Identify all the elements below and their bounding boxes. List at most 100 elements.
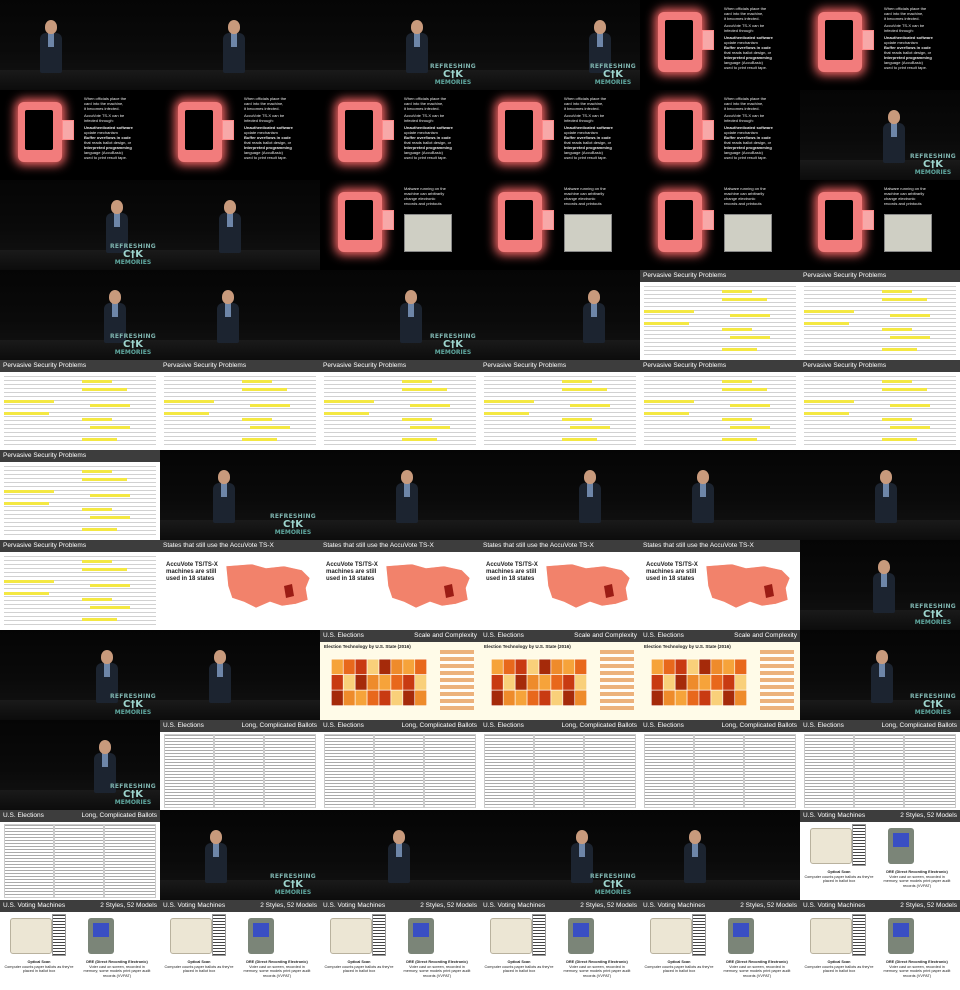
video-frame: Pervasive Security Problems: [480, 360, 640, 450]
states-caption: AccuVote TS/TS-X machines are still used…: [646, 562, 698, 582]
ballot-page: [854, 734, 904, 808]
refreshing-memories-logo: REFRESHING C†K MEMORIES: [908, 154, 958, 176]
memory-card: [222, 120, 234, 140]
video-frame-grid: REFRESHING C†K MEMORIES REFRESHING C†K MEMORI…: [0, 0, 960, 990]
highlight: [562, 438, 597, 441]
speaker-person: [875, 470, 897, 530]
text-line: used to print result tape.: [724, 155, 767, 160]
slide-header: U.S. Elections Long, Complicated Ballots: [800, 720, 960, 732]
text-line: infected through:: [724, 28, 754, 33]
report-text: [324, 376, 476, 446]
slide-text: Malware running on the machine can arbitr…: [564, 186, 636, 206]
dre-desc: Voter cast on screen, recorded in memory…: [243, 964, 311, 978]
highlight: [82, 528, 117, 531]
highlight: [882, 380, 912, 383]
slide-title: U.S. Elections: [323, 632, 364, 639]
highlight: [410, 426, 450, 429]
slide-title: States that still use the AccuVote TS-X: [643, 542, 754, 549]
report-text: [804, 286, 956, 356]
speaker-person: [388, 830, 410, 890]
highlight: [4, 490, 54, 493]
slide-subtitle: Scale and Complexity: [734, 632, 797, 639]
states-caption: AccuVote TS/TS-X machines are still used…: [326, 562, 378, 582]
video-frame: REFRESHING C†K MEMORIES: [0, 630, 160, 720]
dre-caption: DRE (Direct Recording Electronic) Voter c…: [562, 960, 632, 978]
video-frame: U.S. Voting Machines 2 Styles, 52 Models O…: [640, 900, 800, 990]
speaker-head: [880, 470, 892, 484]
speaker-person: [883, 110, 905, 170]
highlight: [570, 426, 610, 429]
highlight: [90, 584, 130, 587]
report-text: [644, 286, 796, 356]
slide-header: U.S. Voting Machines 2 Styles, 52 Models: [160, 900, 320, 912]
slide-title: Pervasive Security Problems: [323, 362, 407, 369]
slide-text: When officials place the card into the ma…: [84, 96, 156, 160]
logo-line-3: MEMORIES: [594, 889, 632, 896]
text-line: infected through:: [884, 28, 914, 33]
dre-caption: DRE (Direct Recording Electronic) Voter c…: [882, 960, 952, 978]
speaker-person: [217, 290, 239, 350]
us-map: [331, 658, 427, 706]
speaker-shirt: [579, 843, 585, 857]
text-line: it becomes infected.: [564, 106, 600, 111]
highlight: [82, 560, 112, 563]
slide-header: U.S. Elections Long, Complicated Ballots: [480, 720, 640, 732]
slide-title: U.S. Voting Machines: [803, 812, 866, 819]
speaker-shirt: [231, 33, 237, 47]
logo-line-3: MEMORIES: [914, 169, 952, 176]
speaker-head: [210, 830, 222, 844]
video-frame: States that still use the AccuVote TS-X A…: [640, 540, 800, 630]
stage: [0, 70, 160, 90]
slide-subtitle: 2 Styles, 52 Models: [100, 902, 157, 909]
refreshing-memories-logo: REFRESHING C†K MEMORIES: [428, 334, 478, 356]
video-frame: [480, 270, 640, 360]
memory-card: [62, 120, 74, 140]
dre-desc: Voter cast on screen, recorded in memory…: [883, 964, 951, 978]
highlight: [242, 380, 272, 383]
highlight: [722, 298, 767, 301]
highlight: [82, 388, 127, 391]
slide-subtitle: 2 Styles, 52 Models: [900, 812, 957, 819]
slide-header: States that still use the AccuVote TS-X: [160, 540, 320, 552]
ballot-page: [214, 734, 264, 808]
logo-line-3: MEMORIES: [274, 529, 312, 536]
video-frame: Malware running on the machine can arbitr…: [800, 180, 960, 270]
highlight: [882, 438, 917, 441]
video-frame: When officials place the card into the ma…: [160, 90, 320, 180]
speaker-head: [109, 290, 121, 304]
optical-caption: Optical Scan Computer counts paper ballot…: [324, 960, 394, 974]
highlight: [882, 388, 927, 391]
video-frame: [480, 450, 640, 540]
speaker-person: [583, 290, 605, 350]
slide-title: U.S. Elections: [643, 722, 684, 729]
dre-caption: DRE (Direct Recording Electronic) Voter c…: [722, 960, 792, 978]
screenshot-image: [564, 214, 612, 252]
speaker-person: [400, 290, 422, 350]
slide-header: Pervasive Security Problems: [800, 360, 960, 372]
speaker-shirt: [597, 33, 603, 47]
ballot-page: [744, 734, 796, 808]
speaker-head: [218, 470, 230, 484]
video-frame: [160, 270, 320, 360]
speaker-shirt: [414, 33, 420, 47]
slide-text: When officials place the card into the ma…: [884, 6, 956, 70]
video-frame: States that still use the AccuVote TS-X A…: [160, 540, 320, 630]
slide-header: U.S. Elections Scale and Complexity: [480, 630, 640, 642]
highlight: [402, 418, 432, 421]
video-frame: Pervasive Security Problems: [800, 360, 960, 450]
speaker-shirt: [883, 483, 889, 497]
video-frame: REFRESHING C†K MEMORIES: [0, 180, 160, 270]
slide-text: When officials place the card into the ma…: [724, 6, 796, 70]
slide-title: U.S. Voting Machines: [323, 902, 386, 909]
slide-title: Pervasive Security Problems: [3, 362, 87, 369]
dre-caption: DRE (Direct Recording Electronic) Voter c…: [242, 960, 312, 978]
ballot-page: [324, 734, 374, 808]
video-frame: Pervasive Security Problems: [640, 360, 800, 450]
video-frame: U.S. Elections Long, Complicated Ballots: [480, 720, 640, 810]
slide-header: Pervasive Security Problems: [0, 540, 160, 552]
highlight: [882, 298, 927, 301]
memory-card: [702, 30, 714, 50]
highlight: [730, 314, 770, 317]
video-frame: U.S. Elections Long, Complicated Ballots: [800, 720, 960, 810]
highlight: [562, 418, 592, 421]
